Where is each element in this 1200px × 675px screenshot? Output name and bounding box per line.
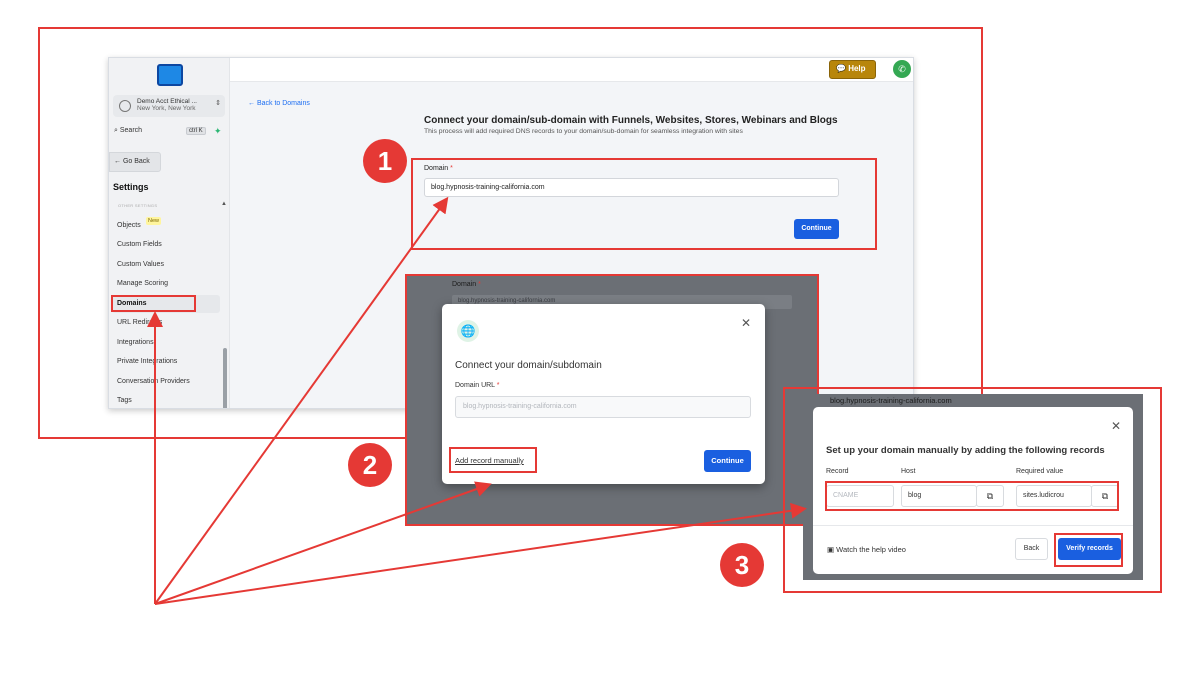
arrow-to-step2	[154, 481, 492, 605]
arrow-to-step1	[154, 196, 449, 605]
arrow-to-step3	[154, 502, 807, 605]
annotation-arrows	[147, 196, 807, 605]
